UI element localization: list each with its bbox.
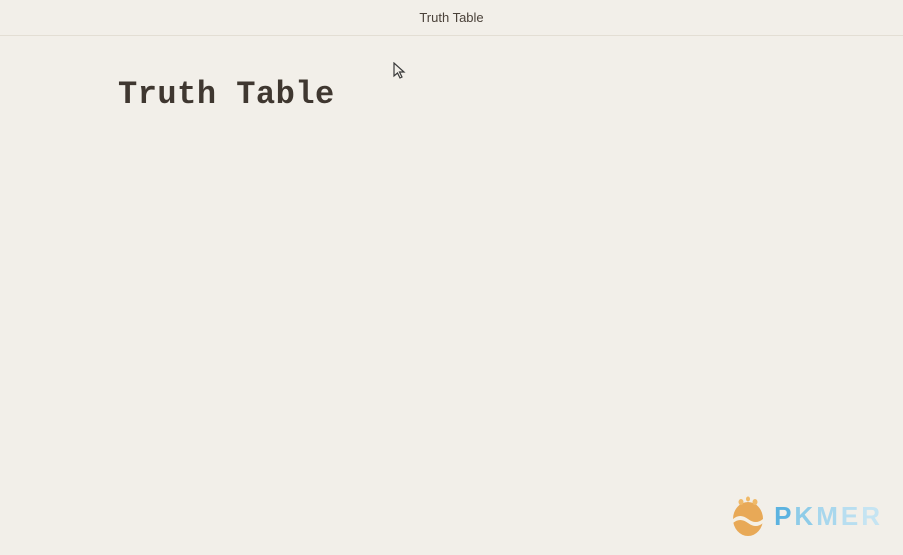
watermark-brand-text: P K M E R: [774, 501, 883, 532]
egg-icon: [730, 495, 766, 537]
watermark-logo: P K M E R: [730, 495, 883, 537]
editor-content[interactable]: Truth Table: [0, 36, 903, 113]
page-title: Truth Table: [118, 76, 903, 113]
titlebar: Truth Table: [0, 0, 903, 36]
tab-title[interactable]: Truth Table: [419, 10, 483, 25]
